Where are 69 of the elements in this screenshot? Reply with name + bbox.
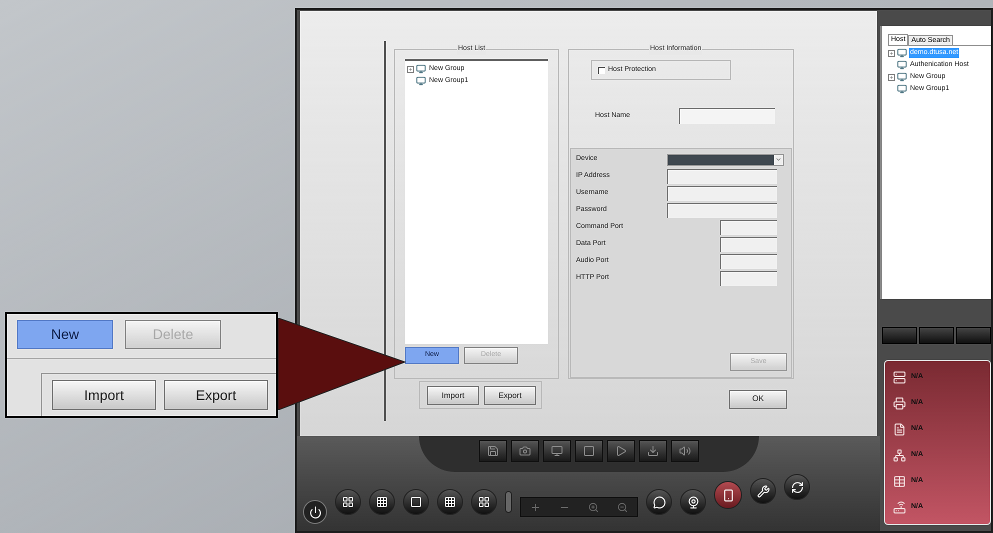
zoom-in-icon[interactable] bbox=[588, 502, 599, 512]
input-field[interactable] bbox=[679, 108, 775, 124]
dialog-button[interactable]: Import bbox=[427, 386, 479, 405]
device-dropdown[interactable] bbox=[667, 154, 784, 166]
wrench-icon bbox=[756, 484, 770, 498]
monitor-icon bbox=[897, 72, 907, 82]
layout-button[interactable] bbox=[403, 489, 429, 515]
device-button[interactable] bbox=[714, 481, 742, 509]
save-icon bbox=[486, 445, 498, 457]
expand-toggle[interactable] bbox=[888, 50, 895, 56]
input-field[interactable] bbox=[720, 220, 777, 235]
settings-button[interactable] bbox=[750, 478, 776, 504]
layout-button[interactable] bbox=[369, 489, 395, 515]
toolbar-button[interactable] bbox=[670, 440, 698, 462]
toolbar-button[interactable] bbox=[510, 440, 538, 462]
toolbar-button[interactable] bbox=[574, 440, 602, 462]
monitor-icon bbox=[416, 76, 426, 86]
monitor-icon bbox=[416, 64, 426, 74]
phone-icon bbox=[722, 488, 734, 502]
download-icon bbox=[646, 445, 658, 457]
dialog-button[interactable]: Export bbox=[484, 386, 536, 405]
expand-toggle[interactable] bbox=[888, 74, 895, 80]
camera-icon bbox=[518, 445, 530, 457]
monitor-icon bbox=[897, 48, 907, 58]
grid-icon bbox=[444, 496, 456, 508]
input-field[interactable] bbox=[667, 186, 777, 201]
input-field[interactable] bbox=[667, 203, 777, 218]
power-icon bbox=[308, 506, 322, 518]
plus-icon bbox=[408, 66, 413, 72]
toolbar-button[interactable] bbox=[542, 440, 570, 462]
refresh-button[interactable] bbox=[784, 474, 810, 500]
input-field[interactable] bbox=[667, 169, 777, 184]
refresh-icon bbox=[790, 480, 804, 494]
toolbar-button[interactable] bbox=[606, 440, 634, 462]
caret-icon bbox=[775, 156, 782, 163]
grid-icon bbox=[376, 496, 388, 508]
webcam-icon bbox=[686, 496, 700, 508]
round-button[interactable] bbox=[680, 489, 706, 515]
plus-icon[interactable] bbox=[530, 502, 541, 512]
monitor-icon bbox=[897, 84, 907, 94]
layout-button[interactable] bbox=[437, 489, 463, 515]
input-field[interactable] bbox=[720, 237, 777, 252]
layout-button[interactable] bbox=[335, 489, 361, 515]
speaker-icon bbox=[678, 445, 690, 457]
speech-bubble-icon bbox=[652, 496, 666, 508]
play-icon bbox=[614, 445, 626, 457]
layout-button[interactable] bbox=[471, 489, 497, 515]
expand-toggle[interactable] bbox=[407, 66, 414, 72]
plus-icon bbox=[889, 74, 894, 80]
checkbox[interactable] bbox=[598, 66, 605, 74]
callout-button[interactable]: Import bbox=[52, 380, 156, 410]
toolbar-button[interactable] bbox=[638, 440, 666, 462]
input-field[interactable] bbox=[720, 271, 777, 286]
square-icon bbox=[410, 496, 422, 508]
stop-icon bbox=[582, 445, 594, 457]
zoom-out-icon[interactable] bbox=[617, 502, 628, 512]
round-button[interactable] bbox=[646, 489, 672, 515]
plus-icon bbox=[889, 50, 894, 56]
power-button[interactable] bbox=[303, 500, 327, 524]
grid-icon bbox=[342, 496, 354, 508]
grid-icon bbox=[478, 496, 490, 508]
monitor-icon bbox=[550, 445, 562, 457]
input-field[interactable] bbox=[720, 254, 777, 269]
dialog-button[interactable]: OK bbox=[729, 390, 787, 408]
callout-button[interactable]: New bbox=[17, 320, 113, 349]
callout-button[interactable]: Export bbox=[164, 380, 268, 410]
toolbar-button[interactable] bbox=[478, 440, 506, 462]
monitor-icon bbox=[897, 60, 907, 70]
slider-handle[interactable] bbox=[505, 491, 512, 513]
